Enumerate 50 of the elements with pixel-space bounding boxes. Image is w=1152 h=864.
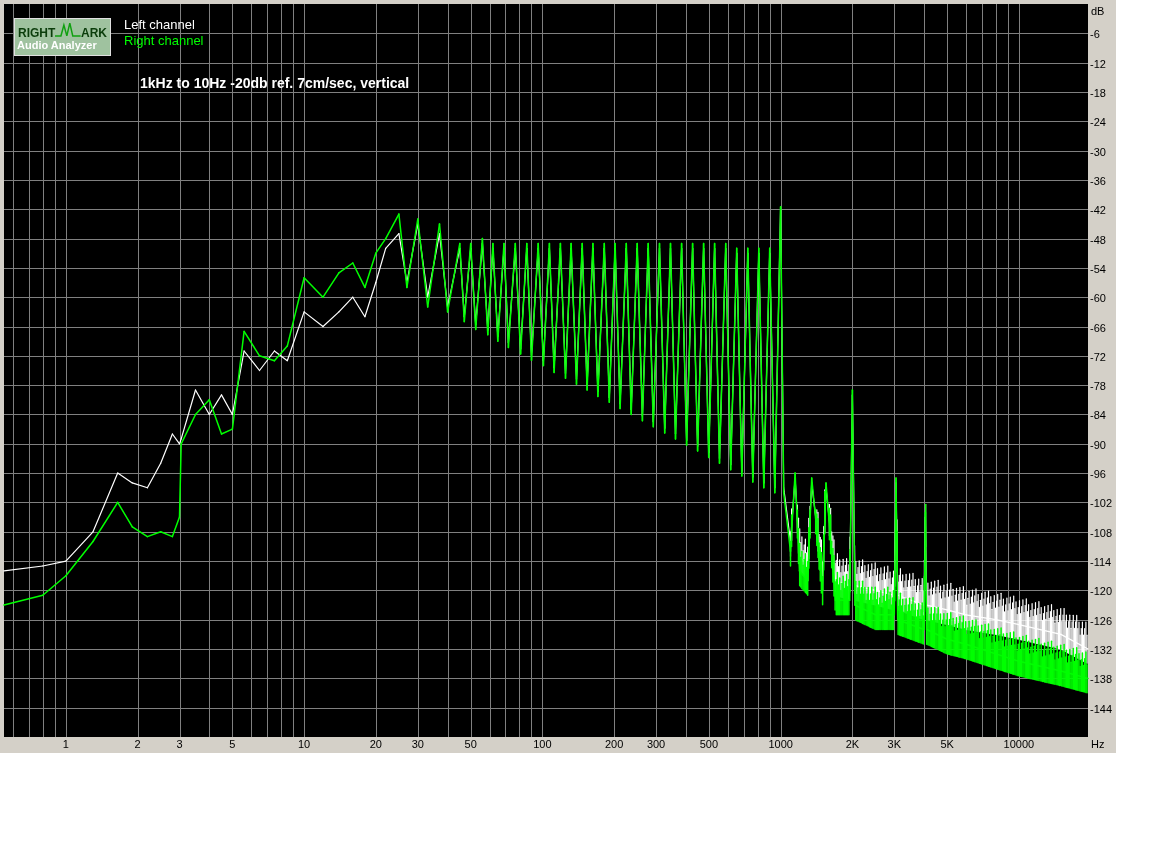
x-tick-label: 5K [940,738,954,750]
x-tick-label: 1000 [768,738,793,750]
x-tick-label: 10000 [1003,738,1035,750]
legend-label: Left channel [124,17,196,33]
x-tick-label: 300 [646,738,666,750]
y-tick-label: -54 [1090,262,1106,275]
y-tick-label: -42 [1090,203,1106,216]
y-tick-label: -90 [1090,438,1106,451]
y-tick-label: -78 [1090,379,1106,392]
y-tick-label: -102 [1090,496,1113,509]
y-tick-label: -144 [1090,702,1113,715]
x-tick-label: 50 [464,738,477,750]
y-tick-label: -48 [1090,233,1106,246]
y-tick-label: -126 [1090,614,1113,627]
x-tick-label: 10 [298,738,311,750]
logo-text: ARK [81,27,107,39]
legend-label: Right channel [124,33,204,49]
y-tick-label: -24 [1090,115,1106,128]
y-tick-label: -132 [1090,643,1113,656]
chart-title: 1kHz to 10Hz -20db ref. 7cm/sec, vertical [140,74,410,93]
x-tick-label: 20 [369,738,382,750]
x-tick-label: 3 [176,738,183,750]
x-tick-label: 1 [62,738,69,750]
y-tick-label: -138 [1090,672,1113,685]
x-tick-label: 5 [229,738,236,750]
waveform-icon [55,22,81,39]
x-tick-label: 2K [845,738,860,750]
x-tick-label: 30 [411,738,424,750]
y-tick-label: -108 [1090,526,1113,539]
y-tick-label: -84 [1090,408,1106,421]
y-tick-label: -114 [1090,555,1112,568]
y-tick-label: -30 [1090,145,1106,158]
x-tick-label: 100 [533,738,552,750]
y-tick-label: -12 [1090,57,1106,70]
y-tick-label: -96 [1090,467,1106,480]
logo-subtitle: Audio Analyzer [16,39,98,53]
y-tick-label: -66 [1090,321,1106,334]
x-tick-label: 3K [887,738,902,750]
x-axis-unit: Hz [1091,738,1105,750]
logo-text: RIGHT [18,27,56,39]
y-tick-label: -18 [1090,86,1106,99]
x-tick-label: 2 [134,738,141,750]
y-tick-label: -36 [1090,174,1106,187]
y-tick-label: -72 [1090,350,1106,363]
x-tick-label: 200 [604,738,624,750]
y-tick-label: -60 [1090,291,1106,304]
y-tick-label: -6 [1090,27,1100,40]
y-axis-unit: dB [1091,5,1105,17]
y-tick-label: -120 [1090,584,1113,597]
x-tick-label: 500 [699,738,719,750]
